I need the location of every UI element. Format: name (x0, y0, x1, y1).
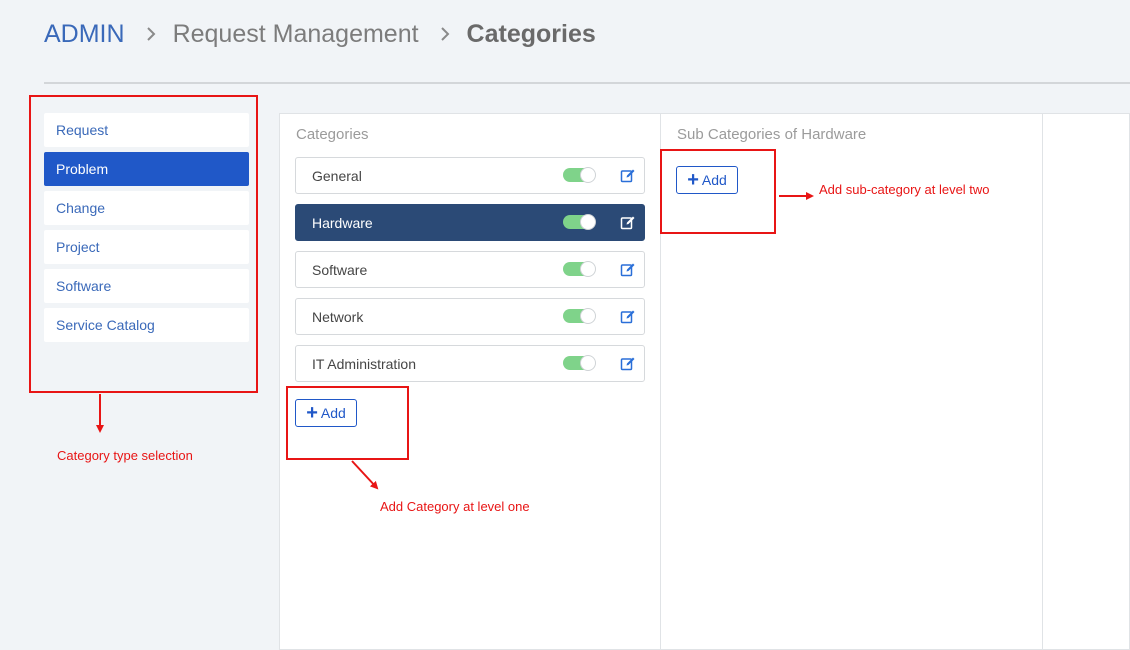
category-row-it-administration[interactable]: IT Administration (295, 345, 645, 382)
category-type-label: Problem (56, 161, 109, 177)
category-type-label: Change (56, 200, 106, 216)
header-divider (44, 82, 1130, 84)
category-label: Network (312, 308, 364, 325)
category-type-request[interactable]: Request (44, 113, 249, 147)
category-row-software[interactable]: Software (295, 251, 645, 288)
toggle-knob (580, 355, 596, 371)
category-label: Hardware (312, 214, 373, 231)
category-label: Software (312, 261, 368, 278)
category-row-general[interactable]: General (295, 157, 645, 194)
category-type-label: Request (56, 122, 109, 138)
category-enable-toggle[interactable] (563, 214, 596, 230)
edit-icon[interactable] (620, 215, 636, 231)
edit-icon[interactable] (620, 168, 636, 184)
add-subcategory-button[interactable]: + Add (676, 166, 738, 194)
add-category-button[interactable]: + Add (295, 399, 357, 427)
category-enable-toggle[interactable] (563, 355, 596, 371)
subcategories-title: Sub Categories of Hardware (677, 126, 867, 143)
edit-icon[interactable] (620, 309, 636, 325)
toggle-knob (580, 167, 596, 183)
category-label: IT Administration (312, 355, 417, 372)
category-type-label: Software (56, 278, 112, 294)
category-type-label: Project (56, 239, 100, 255)
category-type-problem[interactable]: Problem (44, 152, 249, 186)
categories-panel: Categories General Hardware Software Net… (279, 113, 1130, 650)
categories-title: Categories (296, 126, 369, 143)
breadcrumb-request-management[interactable]: Request Management (173, 20, 419, 49)
toggle-knob (580, 308, 596, 324)
edit-icon[interactable] (620, 262, 636, 278)
category-type-service-catalog[interactable]: Service Catalog (44, 308, 249, 342)
toggle-knob (580, 214, 596, 230)
category-type-change[interactable]: Change (44, 191, 249, 225)
category-row-hardware[interactable]: Hardware (295, 204, 645, 241)
category-enable-toggle[interactable] (563, 308, 596, 324)
breadcrumb-admin[interactable]: ADMIN (44, 20, 125, 49)
category-enable-toggle[interactable] (563, 261, 596, 277)
category-row-network[interactable]: Network (295, 298, 645, 335)
annotation-add-level-two: Add sub-category at level two (819, 182, 990, 197)
category-type-software[interactable]: Software (44, 269, 249, 303)
chevron-right-icon (146, 27, 155, 41)
plus-icon: + (306, 402, 318, 424)
breadcrumb: ADMIN Request Management Categories (44, 16, 596, 52)
category-type-list: Request Problem Change Project Software … (44, 113, 249, 347)
category-type-project[interactable]: Project (44, 230, 249, 264)
edit-icon[interactable] (620, 356, 636, 372)
annotation-category-type-selection: Category type selection (57, 448, 193, 463)
toggle-knob (580, 261, 596, 277)
categories-column: Categories General Hardware Software Net… (280, 114, 661, 649)
category-label: General (312, 167, 362, 184)
category-type-label: Service Catalog (56, 317, 155, 333)
annotation-add-level-one: Add Category at level one (380, 499, 530, 514)
category-enable-toggle[interactable] (563, 167, 596, 183)
add-category-label: Add (320, 405, 346, 421)
chevron-right-icon (440, 27, 449, 41)
plus-icon: + (687, 169, 699, 191)
add-subcategory-label: Add (701, 172, 727, 188)
page-title: Categories (466, 19, 596, 48)
